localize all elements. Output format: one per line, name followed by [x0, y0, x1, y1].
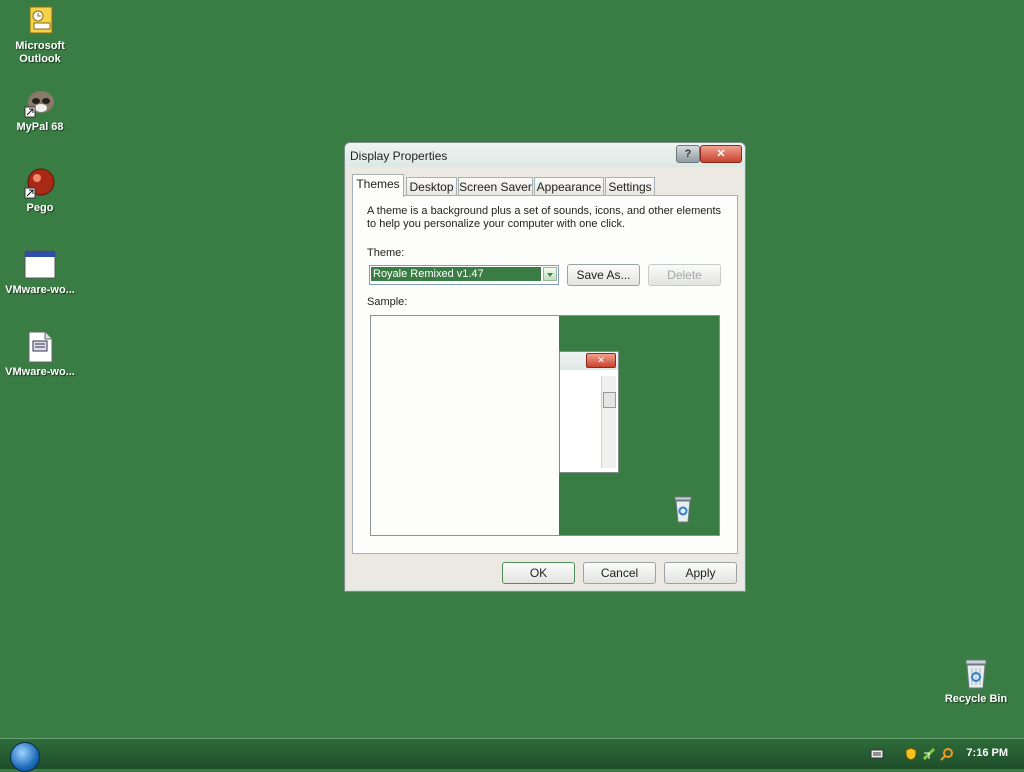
sample-window-area [371, 316, 559, 535]
close-icon: ✕ [586, 353, 616, 368]
desktop-icon-mypal[interactable]: MyPal 68 [0, 86, 80, 134]
desktop-icon-label: Recycle Bin [944, 693, 1008, 705]
title-bar[interactable]: Display Properties ? ✕ [345, 143, 745, 167]
mypal-icon [24, 86, 56, 118]
shield-icon[interactable] [904, 747, 918, 761]
search-icon[interactable] [940, 747, 954, 761]
network-icon[interactable] [922, 747, 936, 761]
recycle-bin-icon [671, 496, 695, 524]
themes-panel: A theme is a background plus a set of so… [352, 195, 738, 554]
desktop-icon-label: MyPal 68 [16, 121, 64, 133]
desktop-icon-label: Microsoft [15, 40, 65, 52]
theme-label: Theme: [367, 247, 405, 259]
desktop-icon-label: Pego [26, 202, 54, 214]
tab-appearance[interactable]: Appearance [534, 177, 604, 196]
chevron-down-icon[interactable] [543, 267, 557, 281]
tab-themes[interactable]: Themes [352, 174, 404, 197]
sample-scrollbar [601, 376, 616, 468]
window-app-icon [24, 249, 56, 281]
tab-settings[interactable]: Settings [605, 177, 655, 196]
sample-mini-window: ✕ [559, 351, 619, 473]
clock[interactable]: 7:16 PM [966, 747, 1008, 759]
tab-screen-saver[interactable]: Screen Saver [458, 177, 533, 196]
theme-description: A theme is a background plus a set of so… [367, 205, 722, 230]
ok-button[interactable]: OK [502, 562, 575, 584]
theme-selected-value: Royale Remixed v1.47 [371, 267, 541, 281]
desktop-icon-recycle-bin[interactable]: Recycle Bin [936, 658, 1016, 706]
recycle-bin-icon [960, 658, 992, 690]
window-title: Display Properties [350, 149, 448, 163]
cancel-button[interactable]: Cancel [583, 562, 656, 584]
outlook-icon [24, 5, 56, 37]
close-button[interactable]: ✕ [700, 145, 742, 163]
document-icon [24, 331, 56, 363]
desktop-icon-vmware-2[interactable]: VMware-wo... [0, 331, 80, 379]
delete-button[interactable]: Delete [648, 264, 721, 286]
keyboard-icon[interactable] [870, 747, 884, 761]
theme-dropdown[interactable]: Royale Remixed v1.47 [369, 265, 559, 285]
sample-scroll-thumb [603, 392, 616, 408]
sample-label: Sample: [367, 296, 408, 308]
desktop-icon-label: VMware-wo... [5, 284, 75, 296]
desktop-icon-outlook[interactable]: Microsoft Outlook [0, 5, 80, 66]
pego-icon [24, 167, 56, 199]
desktop-icon-pego[interactable]: Pego [0, 167, 80, 215]
tab-desktop[interactable]: Desktop [406, 177, 457, 196]
desktop-icon-label: Outlook [19, 53, 61, 65]
desktop-icon-vmware-1[interactable]: VMware-wo... [0, 249, 80, 297]
theme-sample-preview: ✕ [370, 315, 720, 536]
system-tray: 7:16 PM [862, 739, 1024, 769]
apply-button[interactable]: Apply [664, 562, 737, 584]
display-properties-window: Display Properties ? ✕ Themes Desktop Sc… [344, 142, 746, 592]
desktop-icon-label: VMware-wo... [5, 366, 75, 378]
help-button[interactable]: ? [676, 145, 700, 163]
save-as-button[interactable]: Save As... [567, 264, 640, 286]
taskbar: 7:16 PM [0, 738, 1024, 772]
sample-title-bar: ✕ [560, 352, 618, 370]
